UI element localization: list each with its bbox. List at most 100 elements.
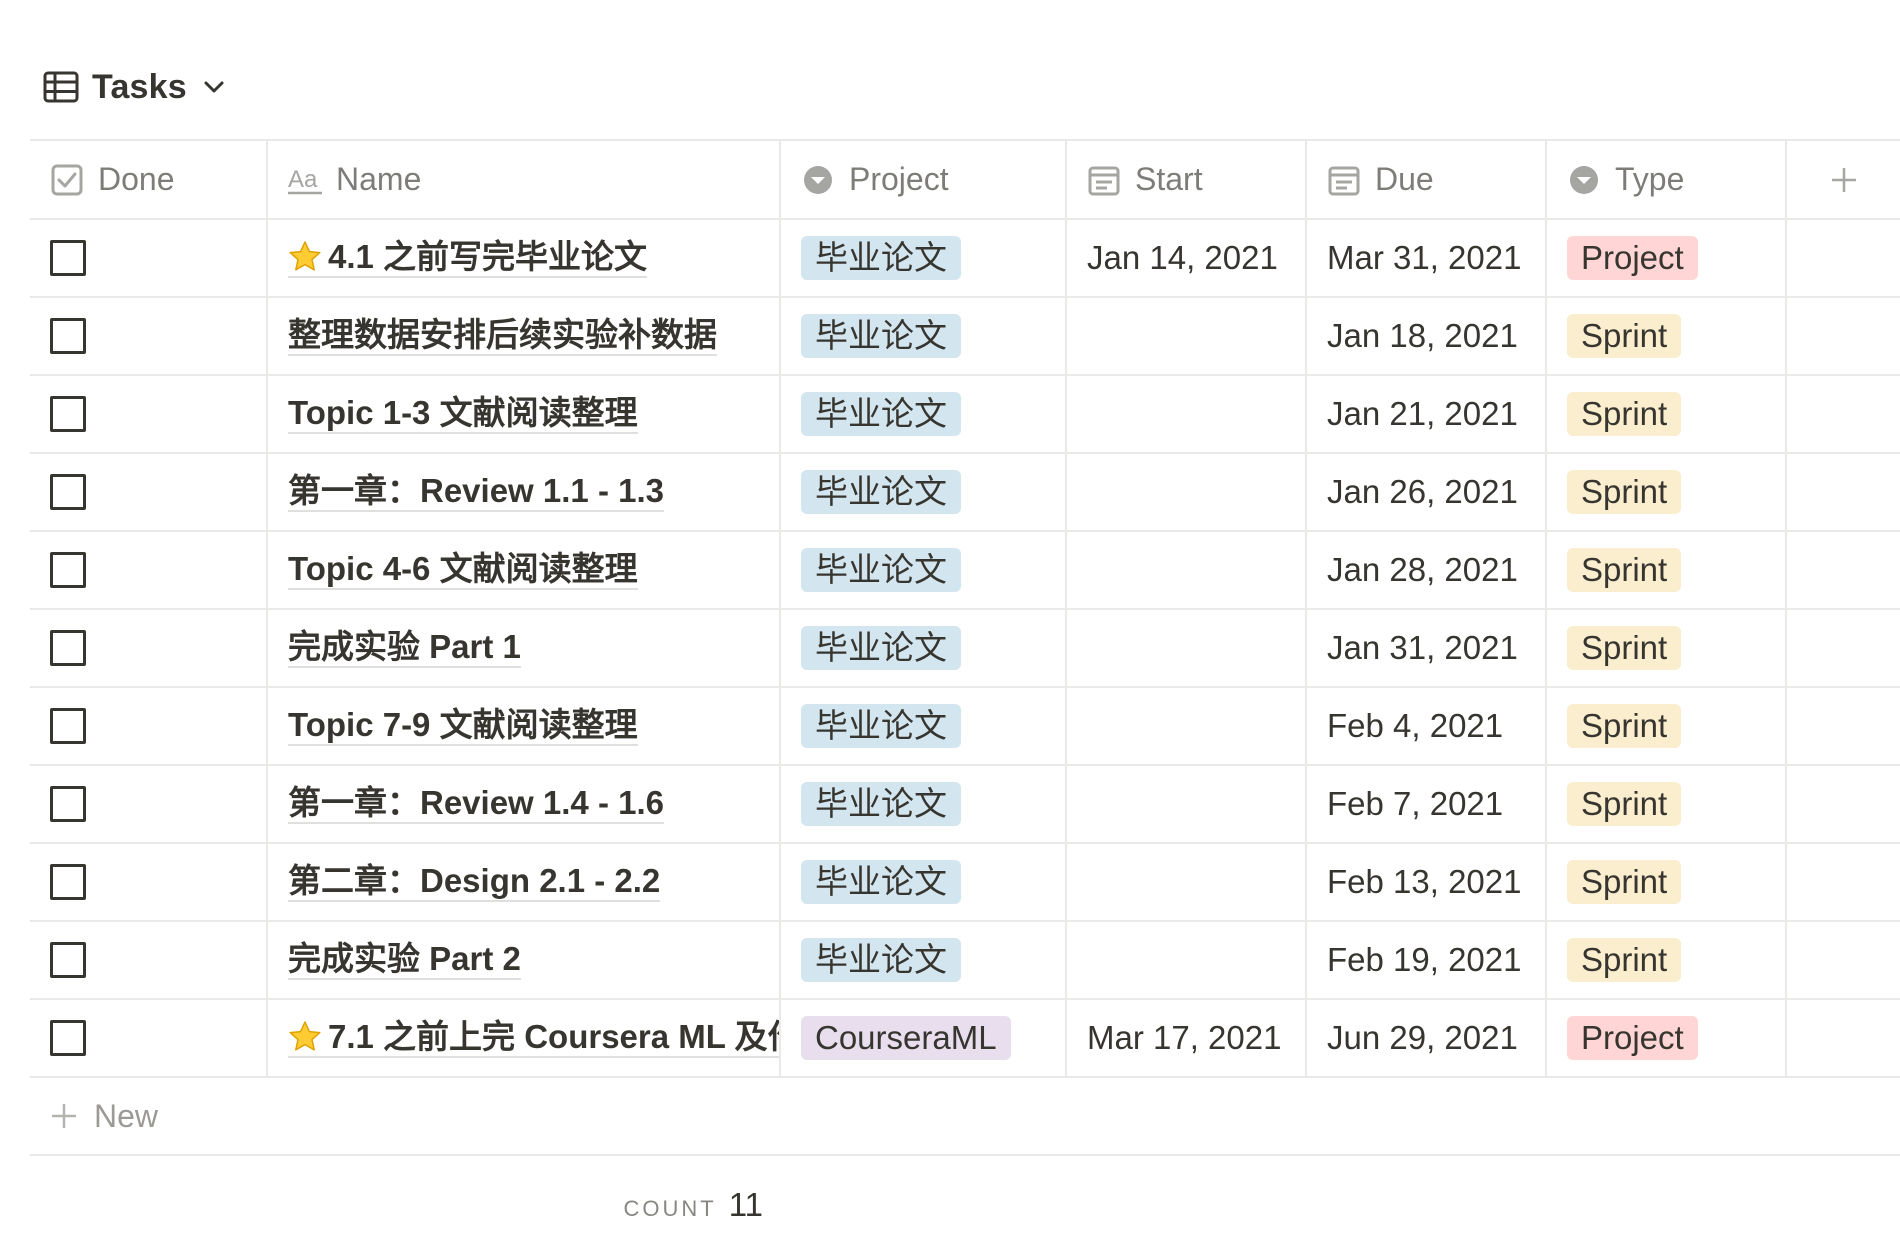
name-cell[interactable]: 4.1 之前写完毕业论文 xyxy=(268,220,781,296)
done-checkbox[interactable] xyxy=(50,786,86,822)
due-cell[interactable]: Jan 18, 2021 xyxy=(1307,298,1547,374)
project-cell[interactable]: 毕业论文 xyxy=(781,688,1067,764)
name-cell[interactable]: 整理数据安排后续实验补数据 xyxy=(268,298,781,374)
table-row[interactable]: 第二章：Design 2.1 - 2.2 毕业论文 Feb 13, 2021 Spri… xyxy=(30,844,1900,922)
column-header-due[interactable]: Due xyxy=(1307,141,1547,218)
due-cell[interactable]: Feb 4, 2021 xyxy=(1307,688,1547,764)
done-checkbox[interactable] xyxy=(50,240,86,276)
name-cell[interactable]: Topic 4-6 文献阅读整理 xyxy=(268,532,781,608)
start-cell[interactable]: Jan 14, 2021 xyxy=(1067,220,1307,296)
due-cell[interactable]: Feb 7, 2021 xyxy=(1307,766,1547,842)
start-cell[interactable] xyxy=(1067,844,1307,920)
project-cell[interactable]: 毕业论文 xyxy=(781,220,1067,296)
task-name-link[interactable]: 完成实验 Part 1 xyxy=(288,628,521,669)
add-property-button[interactable] xyxy=(1787,141,1900,218)
start-cell[interactable] xyxy=(1067,532,1307,608)
table-row[interactable]: 第一章：Review 1.1 - 1.3 毕业论文 Jan 26, 2021 Spri… xyxy=(30,454,1900,532)
type-cell[interactable]: Project xyxy=(1547,220,1787,296)
project-cell[interactable]: 毕业论文 xyxy=(781,766,1067,842)
name-cell[interactable]: 第一章：Review 1.4 - 1.6 xyxy=(268,766,781,842)
name-cell[interactable]: Topic 7-9 文献阅读整理 xyxy=(268,688,781,764)
view-switcher[interactable]: Tasks xyxy=(42,62,227,112)
start-cell[interactable] xyxy=(1067,922,1307,998)
table-row[interactable]: 完成实验 Part 1 毕业论文 Jan 31, 2021 Sprint xyxy=(30,610,1900,688)
type-cell[interactable]: Project xyxy=(1547,1000,1787,1076)
project-cell[interactable]: 毕业论文 xyxy=(781,298,1067,374)
name-cell[interactable]: 完成实验 Part 2 xyxy=(268,922,781,998)
project-cell[interactable]: 毕业论文 xyxy=(781,922,1067,998)
done-checkbox[interactable] xyxy=(50,864,86,900)
project-tag: 毕业论文 xyxy=(801,860,961,904)
type-cell[interactable]: Sprint xyxy=(1547,844,1787,920)
type-cell[interactable]: Sprint xyxy=(1547,532,1787,608)
project-cell[interactable]: 毕业论文 xyxy=(781,376,1067,452)
type-cell[interactable]: Sprint xyxy=(1547,298,1787,374)
new-row-button[interactable]: New xyxy=(30,1078,1900,1156)
type-cell[interactable]: Sprint xyxy=(1547,376,1787,452)
start-cell[interactable] xyxy=(1067,610,1307,686)
type-cell[interactable]: Sprint xyxy=(1547,688,1787,764)
project-cell[interactable]: CourseraML xyxy=(781,1000,1067,1076)
task-name-link[interactable]: 第一章：Review 1.4 - 1.6 xyxy=(288,784,664,825)
column-header-name[interactable]: Aa Name xyxy=(268,141,781,218)
table-row[interactable]: Topic 1-3 文献阅读整理 毕业论文 Jan 21, 2021 Sprint xyxy=(30,376,1900,454)
table-row[interactable]: 整理数据安排后续实验补数据 毕业论文 Jan 18, 2021 Sprint xyxy=(30,298,1900,376)
column-header-done[interactable]: Done xyxy=(30,141,268,218)
table-row[interactable]: 完成实验 Part 2 毕业论文 Feb 19, 2021 Sprint xyxy=(30,922,1900,1000)
done-checkbox[interactable] xyxy=(50,1020,86,1056)
start-cell[interactable] xyxy=(1067,688,1307,764)
type-cell[interactable]: Sprint xyxy=(1547,922,1787,998)
task-name-link[interactable]: 第一章：Review 1.1 - 1.3 xyxy=(288,472,664,513)
start-cell[interactable] xyxy=(1067,376,1307,452)
type-cell[interactable]: Sprint xyxy=(1547,766,1787,842)
project-cell[interactable]: 毕业论文 xyxy=(781,610,1067,686)
task-name-link[interactable]: Topic 4-6 文献阅读整理 xyxy=(288,550,638,591)
due-cell[interactable]: Jan 31, 2021 xyxy=(1307,610,1547,686)
type-cell[interactable]: Sprint xyxy=(1547,610,1787,686)
due-cell[interactable]: Jan 21, 2021 xyxy=(1307,376,1547,452)
start-cell[interactable] xyxy=(1067,766,1307,842)
task-name-link[interactable]: 第二章：Design 2.1 - 2.2 xyxy=(288,862,661,903)
task-name-link[interactable]: 4.1 之前写完毕业论文 xyxy=(288,238,648,279)
type-cell[interactable]: Sprint xyxy=(1547,454,1787,530)
task-name-link[interactable]: Topic 7-9 文献阅读整理 xyxy=(288,706,638,747)
name-cell[interactable]: 第二章：Design 2.1 - 2.2 xyxy=(268,844,781,920)
due-cell[interactable]: Jun 29, 2021 xyxy=(1307,1000,1547,1076)
table-row[interactable]: Topic 7-9 文献阅读整理 毕业论文 Feb 4, 2021 Sprint xyxy=(30,688,1900,766)
name-cell[interactable]: Topic 1-3 文献阅读整理 xyxy=(268,376,781,452)
task-name-link[interactable]: Topic 1-3 文献阅读整理 xyxy=(288,394,638,435)
table-row[interactable]: 7.1 之前上完 Coursera ML 及作 CourseraML Mar 17,… xyxy=(30,1000,1900,1078)
column-header-project[interactable]: Project xyxy=(781,141,1067,218)
done-checkbox[interactable] xyxy=(50,318,86,354)
done-checkbox[interactable] xyxy=(50,552,86,588)
name-cell[interactable]: 第一章：Review 1.1 - 1.3 xyxy=(268,454,781,530)
done-checkbox[interactable] xyxy=(50,942,86,978)
column-header-start[interactable]: Start xyxy=(1067,141,1307,218)
start-cell[interactable] xyxy=(1067,454,1307,530)
project-tag: 毕业论文 xyxy=(801,938,961,982)
table-row[interactable]: 第一章：Review 1.4 - 1.6 毕业论文 Feb 7, 2021 Sprin… xyxy=(30,766,1900,844)
column-header-type[interactable]: Type xyxy=(1547,141,1787,218)
table-row[interactable]: 4.1 之前写完毕业论文 毕业论文 Jan 14, 2021 Mar 31, 2021… xyxy=(30,220,1900,298)
project-cell[interactable]: 毕业论文 xyxy=(781,454,1067,530)
task-name-link[interactable]: 完成实验 Part 2 xyxy=(288,940,521,981)
done-checkbox[interactable] xyxy=(50,396,86,432)
done-checkbox[interactable] xyxy=(50,630,86,666)
due-cell[interactable]: Feb 13, 2021 xyxy=(1307,844,1547,920)
done-checkbox[interactable] xyxy=(50,708,86,744)
due-cell[interactable]: Jan 28, 2021 xyxy=(1307,532,1547,608)
due-cell[interactable]: Mar 31, 2021 xyxy=(1307,220,1547,296)
table-row[interactable]: Topic 4-6 文献阅读整理 毕业论文 Jan 28, 2021 Sprint xyxy=(30,532,1900,610)
name-cell[interactable]: 完成实验 Part 1 xyxy=(268,610,781,686)
start-cell[interactable] xyxy=(1067,298,1307,374)
name-cell[interactable]: 7.1 之前上完 Coursera ML 及作 xyxy=(268,1000,781,1076)
project-cell[interactable]: 毕业论文 xyxy=(781,532,1067,608)
project-cell[interactable]: 毕业论文 xyxy=(781,844,1067,920)
task-name-link[interactable]: 7.1 之前上完 Coursera ML 及作 xyxy=(288,1018,779,1059)
due-cell[interactable]: Jan 26, 2021 xyxy=(1307,454,1547,530)
task-name-link[interactable]: 整理数据安排后续实验补数据 xyxy=(288,316,717,357)
done-checkbox[interactable] xyxy=(50,474,86,510)
due-cell[interactable]: Feb 19, 2021 xyxy=(1307,922,1547,998)
start-cell[interactable]: Mar 17, 2021 xyxy=(1067,1000,1307,1076)
count-summary[interactable]: COUNT 11 xyxy=(0,1186,763,1224)
